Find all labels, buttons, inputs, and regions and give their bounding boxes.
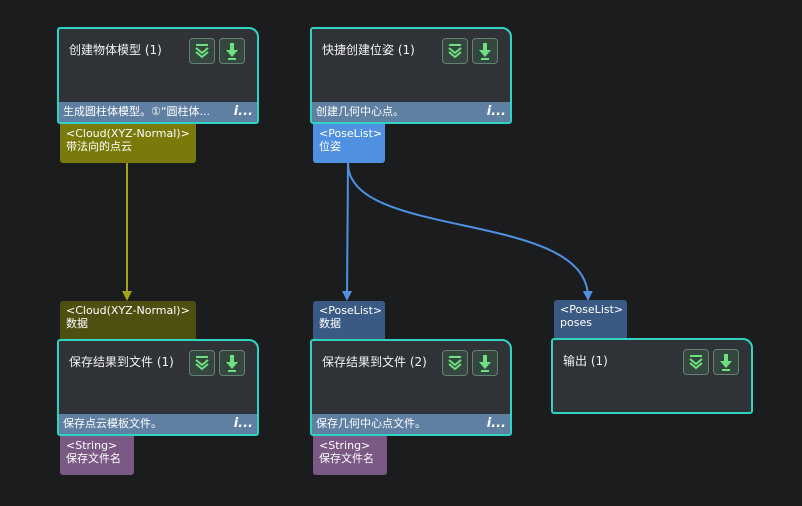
- node-save-cloud[interactable]: 保存结果到文件 (1) 保存点云模板文件。 i...: [57, 339, 259, 436]
- expand-button[interactable]: [442, 350, 468, 376]
- double-chevron-down-icon: [448, 44, 462, 59]
- node-description: 创建几何中心点。 i...: [312, 102, 510, 122]
- output-port-cloud[interactable]: <Cloud(XYZ-Normal)> 带法向的点云: [60, 124, 196, 163]
- double-chevron-down-icon: [195, 44, 209, 59]
- node-description: 保存几何中心点文件。 i...: [312, 414, 510, 434]
- download-arrow-icon: [226, 355, 238, 372]
- node-create-pose[interactable]: 快捷创建位姿 (1) 创建几何中心点。 i...: [310, 27, 512, 124]
- double-chevron-down-icon: [689, 355, 703, 370]
- input-port-cloud[interactable]: <Cloud(XYZ-Normal)> 数据: [60, 301, 196, 340]
- download-arrow-icon: [479, 43, 491, 60]
- input-port-string[interactable]: <String> 保存文件名: [60, 436, 134, 475]
- info-icon[interactable]: i...: [487, 102, 506, 122]
- node-title: 保存结果到文件 (1): [69, 355, 174, 369]
- info-icon[interactable]: i...: [234, 102, 253, 122]
- download-arrow-icon: [720, 354, 732, 371]
- node-save-pose[interactable]: 保存结果到文件 (2) 保存几何中心点文件。 i...: [310, 339, 512, 436]
- node-title: 快捷创建位姿 (1): [322, 43, 415, 57]
- download-button[interactable]: [713, 349, 739, 375]
- double-chevron-down-icon: [195, 356, 209, 371]
- node-title: 输出 (1): [563, 354, 608, 368]
- input-port-poselist[interactable]: <PoseList> 数据: [313, 301, 385, 340]
- node-title: 保存结果到文件 (2): [322, 355, 427, 369]
- node-description: 生成圆柱体模型。①“圆柱体... i...: [59, 102, 257, 122]
- info-icon[interactable]: i...: [234, 414, 253, 434]
- input-port-string[interactable]: <String> 保存文件名: [313, 436, 387, 475]
- download-button[interactable]: [219, 38, 245, 64]
- node-create-model[interactable]: 创建物体模型 (1) 生成圆柱体模型。①“圆柱体... i...: [57, 27, 259, 124]
- output-port-poselist[interactable]: <PoseList> 位姿: [313, 124, 385, 163]
- download-button[interactable]: [472, 38, 498, 64]
- expand-button[interactable]: [442, 38, 468, 64]
- node-title: 创建物体模型 (1): [69, 43, 162, 57]
- expand-button[interactable]: [189, 38, 215, 64]
- download-button[interactable]: [472, 350, 498, 376]
- node-description: 保存点云模板文件。 i...: [59, 414, 257, 434]
- double-chevron-down-icon: [448, 356, 462, 371]
- download-button[interactable]: [219, 350, 245, 376]
- download-arrow-icon: [226, 43, 238, 60]
- download-arrow-icon: [479, 355, 491, 372]
- input-port-poses[interactable]: <PoseList> poses: [554, 300, 627, 339]
- expand-button[interactable]: [189, 350, 215, 376]
- expand-button[interactable]: [683, 349, 709, 375]
- wire-pose-to-output[interactable]: [347, 162, 593, 301]
- wire-pose-to-save[interactable]: [342, 162, 353, 301]
- info-icon[interactable]: i...: [487, 414, 506, 434]
- node-output[interactable]: 输出 (1): [551, 338, 753, 414]
